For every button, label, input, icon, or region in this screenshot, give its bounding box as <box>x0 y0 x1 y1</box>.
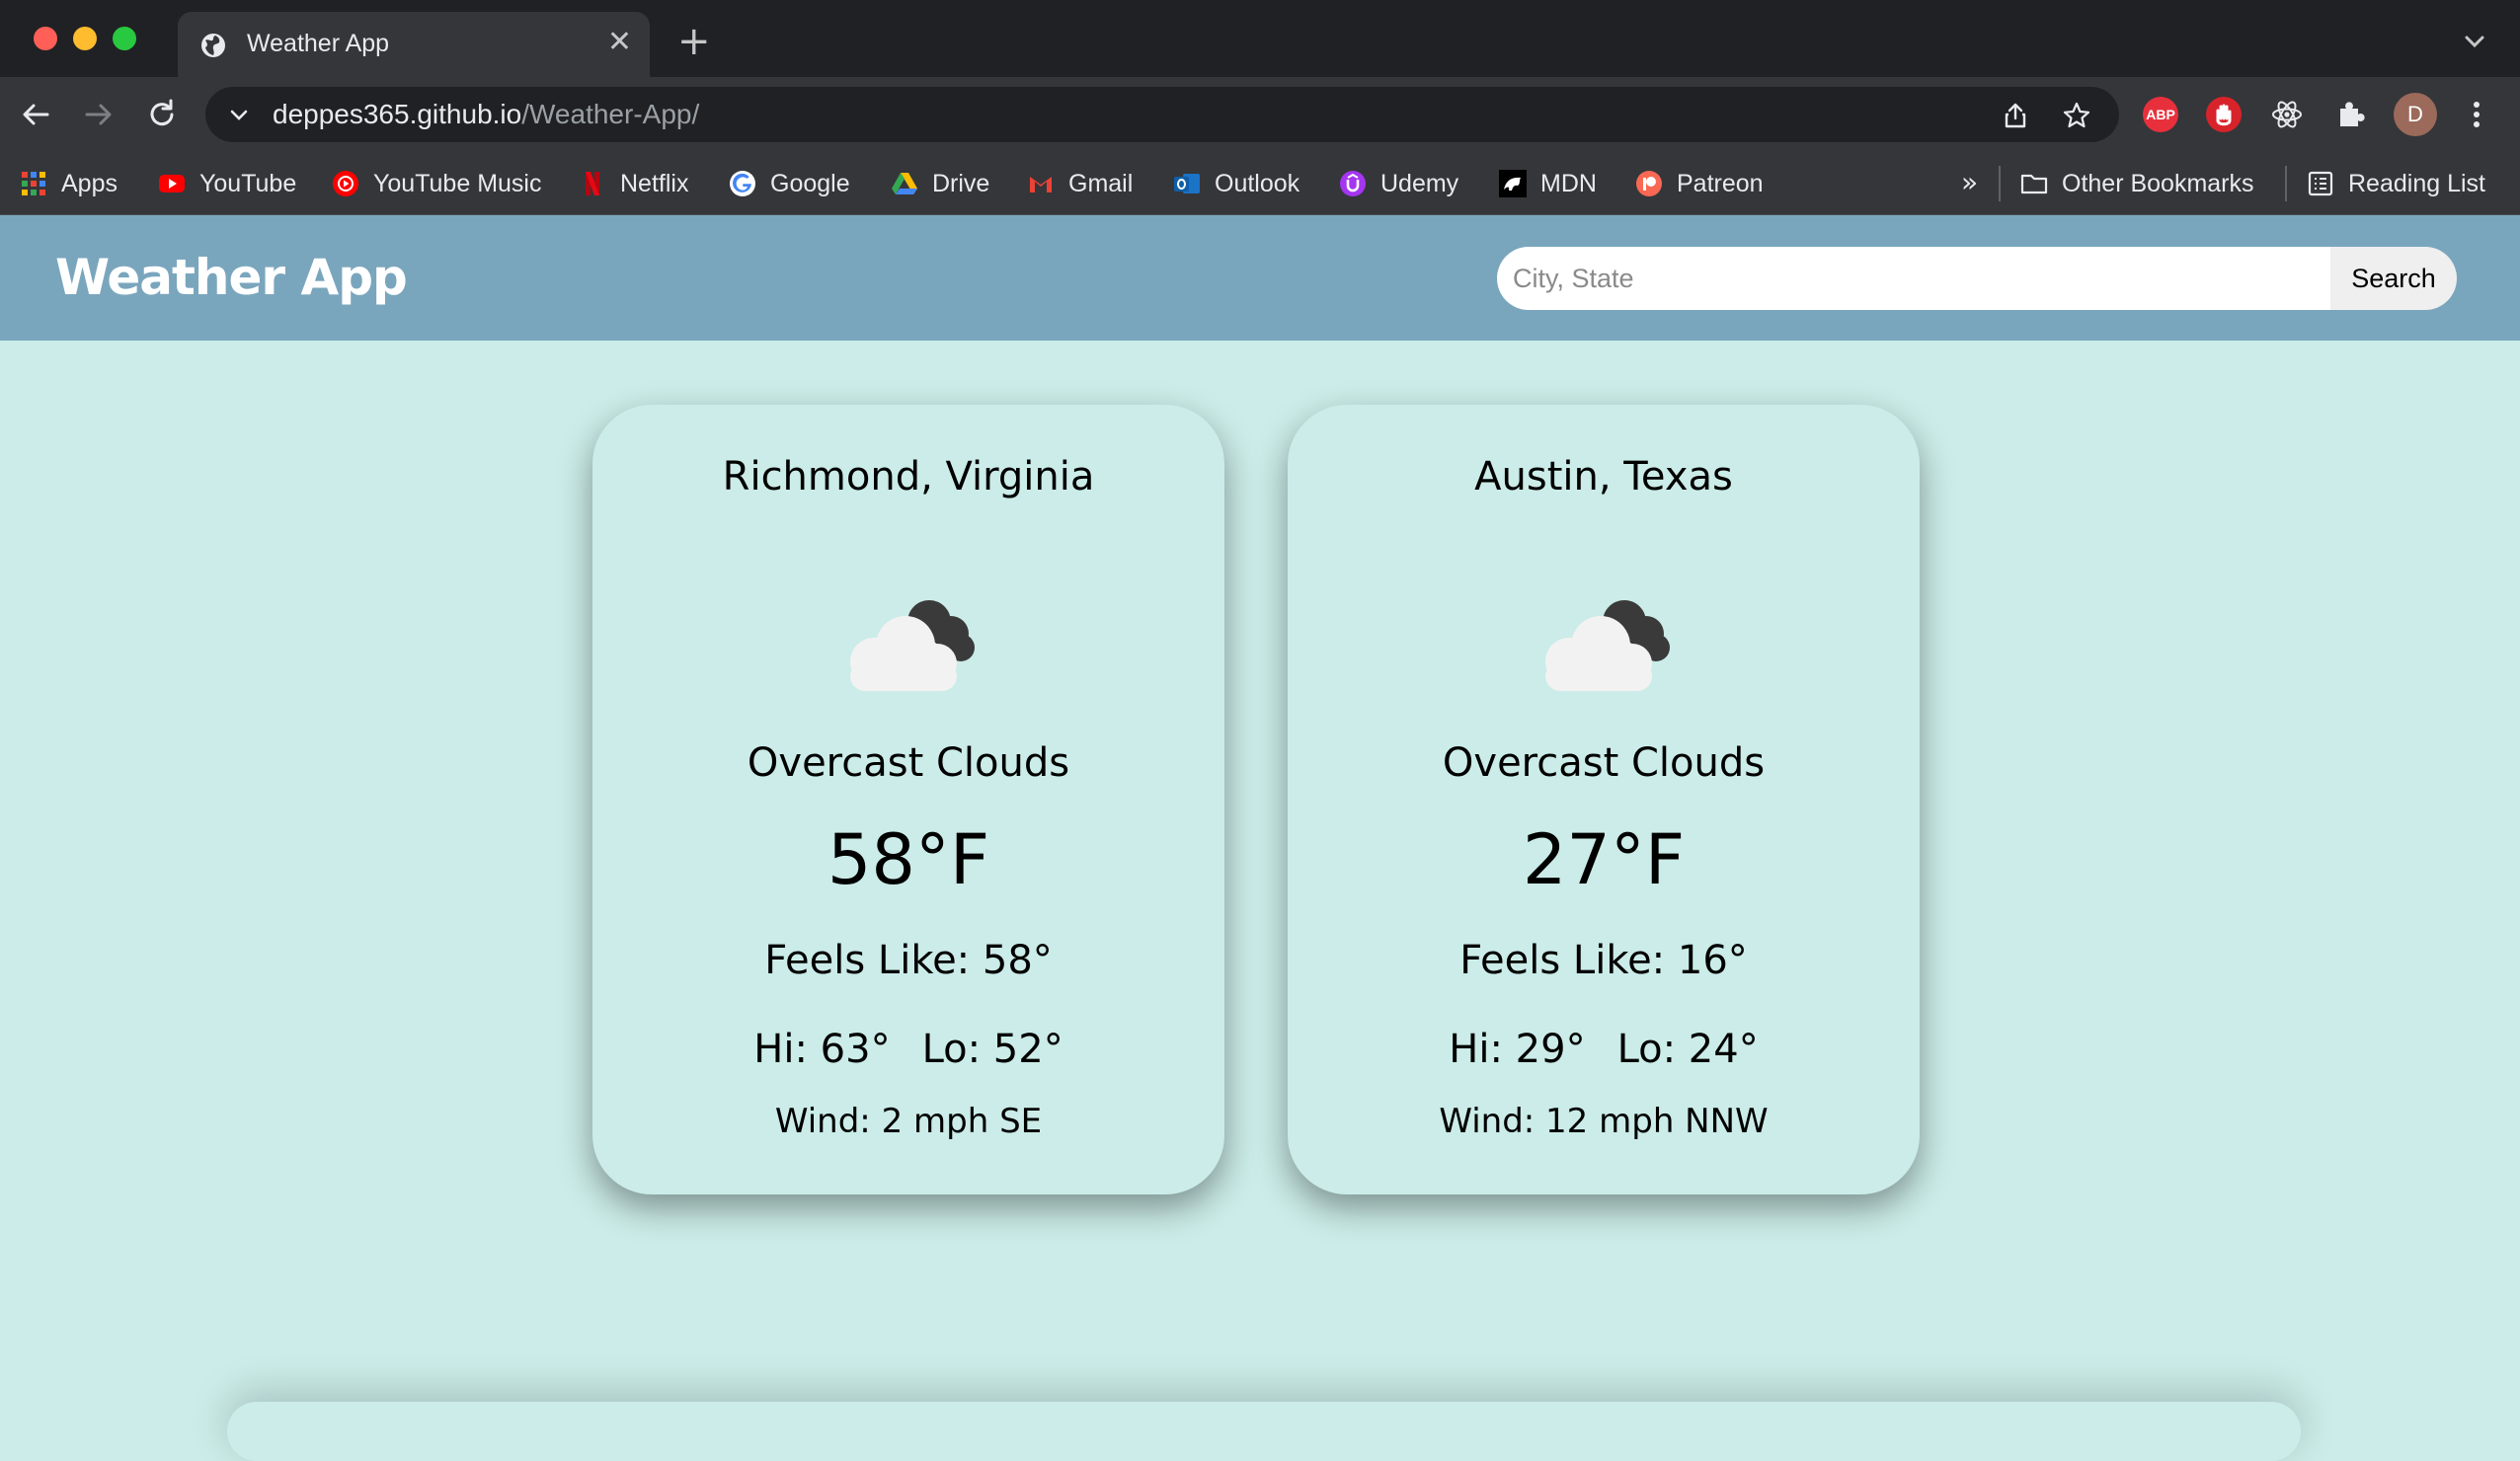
bookmark-star-icon[interactable] <box>2062 101 2091 130</box>
city-search-input[interactable] <box>1497 247 2330 310</box>
zoom-window-button[interactable] <box>113 27 136 50</box>
temp-high: Hi: 63° <box>753 1027 891 1072</box>
tab-title: Weather App <box>247 30 390 57</box>
browser-tab-active[interactable]: Weather App ✕ <box>178 12 650 77</box>
udemy-icon <box>1340 171 1366 196</box>
bookmark-label: YouTube <box>199 169 297 197</box>
puzzle-icon[interactable] <box>2332 97 2368 132</box>
bookmark-label: Apps <box>61 169 118 197</box>
new-tab-button[interactable]: + <box>677 22 711 61</box>
tab-search-chevron-icon[interactable] <box>2461 28 2488 55</box>
adblock-plus-icon[interactable]: ABP <box>2143 97 2178 132</box>
bookmark-youtube-music[interactable]: YouTube Music <box>332 164 541 203</box>
bookmark-netflix[interactable]: Netflix <box>579 164 688 203</box>
bookmark-gmail[interactable]: Gmail <box>1027 164 1133 203</box>
hi-lo: Hi: 29° Lo: 24° <box>1288 1027 1920 1072</box>
city-name: Austin, Texas <box>1474 454 1733 500</box>
overcast-clouds-icon <box>850 600 975 691</box>
weather-card: Richmond, Virginia Overcast Clouds 58°F … <box>592 405 1224 1194</box>
netflix-icon <box>586 172 599 195</box>
stop-hand-icon[interactable] <box>2206 97 2242 132</box>
temp-high: Hi: 29° <box>1449 1027 1586 1072</box>
bookmarks-overflow-button[interactable]: » <box>1961 166 1978 198</box>
patreon-icon <box>1636 171 1662 196</box>
outlook-icon <box>1174 174 1200 193</box>
search-button[interactable]: Search <box>2330 247 2457 310</box>
folder-icon <box>2020 174 2048 194</box>
google-icon <box>730 171 755 196</box>
weather-description: Overcast Clouds <box>1442 740 1766 786</box>
bookmark-label: MDN <box>1540 169 1597 197</box>
reading-list[interactable]: Reading List <box>2307 164 2485 203</box>
close-window-button[interactable] <box>34 27 57 50</box>
wind: Wind: 12 mph NNW <box>1439 1102 1769 1141</box>
globe-icon <box>201 34 225 57</box>
bookmark-label: Outlook <box>1215 169 1300 197</box>
search-form: Search <box>1497 247 2457 310</box>
other-bookmarks-label: Other Bookmarks <box>2062 169 2254 197</box>
feels-like: Feels Like: 16° <box>1459 938 1748 983</box>
chevron-down-icon[interactable] <box>227 103 251 126</box>
bookmark-label: Netflix <box>620 169 689 197</box>
other-bookmarks[interactable]: Other Bookmarks <box>2020 164 2254 203</box>
profile-avatar[interactable]: D <box>2394 93 2437 136</box>
bookmark-label: Patreon <box>1677 169 1764 197</box>
drive-icon <box>892 173 917 194</box>
minimize-window-button[interactable] <box>73 27 97 50</box>
address-bar[interactable]: deppes365.github.io/Weather-App/ <box>205 87 2119 142</box>
back-arrow-icon[interactable] <box>18 97 53 132</box>
bookmarks-divider <box>2285 166 2287 201</box>
forward-arrow-icon[interactable] <box>81 97 117 132</box>
reading-list-label: Reading List <box>2348 169 2485 197</box>
footer-shadow <box>227 1402 2301 1461</box>
bookmark-outlook[interactable]: Outlook <box>1173 164 1299 203</box>
overcast-clouds-icon <box>1545 600 1670 691</box>
url-path: /Weather-App/ <box>521 99 700 129</box>
hi-lo: Hi: 63° Lo: 52° <box>592 1027 1224 1072</box>
gmail-icon <box>1030 177 1052 192</box>
reading-list-icon <box>2308 171 2333 196</box>
browser-tab-strip: Weather App ✕ + <box>0 0 2520 77</box>
wind: Wind: 2 mph SE <box>774 1102 1043 1141</box>
bookmark-label: Drive <box>932 169 990 197</box>
apps-grid-icon <box>22 172 45 195</box>
address-url: deppes365.github.io/Weather-App/ <box>273 99 699 130</box>
bookmark-label: Udemy <box>1380 169 1459 197</box>
temp-low: Lo: 52° <box>921 1027 1063 1072</box>
kebab-menu-icon[interactable] <box>2465 97 2488 132</box>
temperature: 58°F <box>827 819 990 900</box>
temp-low: Lo: 24° <box>1616 1027 1759 1072</box>
bookmark-label: YouTube Music <box>373 169 542 197</box>
youtube-music-icon <box>333 171 358 196</box>
mdn-icon <box>1499 170 1527 197</box>
city-name: Richmond, Virginia <box>722 454 1095 500</box>
bookmark-mdn[interactable]: MDN <box>1499 164 1597 203</box>
react-devtools-icon[interactable] <box>2269 97 2305 132</box>
youtube-icon <box>159 175 185 192</box>
browser-toolbar: deppes365.github.io/Weather-App/ ABP D <box>0 77 2520 152</box>
bookmark-udemy[interactable]: Udemy <box>1339 164 1458 203</box>
weather-card: Austin, Texas Overcast Clouds 27°F Feels… <box>1288 405 1920 1194</box>
weather-description: Overcast Clouds <box>747 740 1070 786</box>
close-tab-icon[interactable]: ✕ <box>607 28 632 57</box>
bookmarks-divider <box>1999 166 2001 201</box>
app-header: Weather App Search <box>0 215 2520 341</box>
feels-like: Feels Like: 58° <box>764 938 1053 983</box>
bookmark-patreon[interactable]: Patreon <box>1635 164 1764 203</box>
bookmark-drive[interactable]: Drive <box>891 164 989 203</box>
bookmark-label: Google <box>770 169 850 197</box>
app-title: Weather App <box>55 249 408 306</box>
bookmark-youtube[interactable]: YouTube <box>158 164 296 203</box>
url-host: deppes365.github.io <box>273 99 522 129</box>
bookmark-apps[interactable]: Apps <box>20 164 118 203</box>
bookmark-label: Gmail <box>1068 169 1134 197</box>
bookmark-google[interactable]: Google <box>729 164 850 203</box>
reload-icon[interactable] <box>144 97 180 132</box>
bookmarks-bar: Apps YouTube YouTube Music Netflix Googl… <box>0 152 2520 215</box>
temperature: 27°F <box>1522 819 1686 900</box>
share-icon[interactable] <box>2001 101 2030 130</box>
